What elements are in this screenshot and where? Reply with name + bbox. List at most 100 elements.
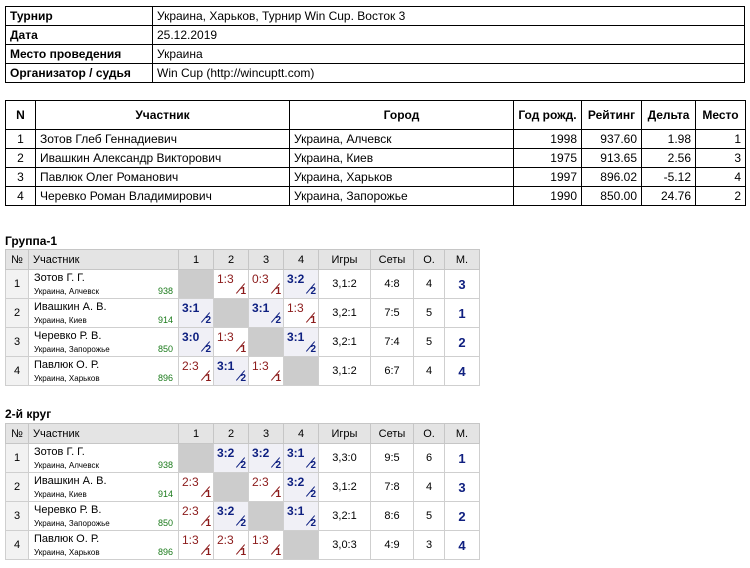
info-row: Дата 25.12.2019: [5, 25, 745, 45]
match-score: 3:1: [217, 359, 235, 373]
info-row: Место проведения Украина: [5, 44, 745, 64]
match-result-cell: 2:3 1: [178, 356, 214, 386]
points-cell: 4: [413, 356, 445, 386]
match-score: 2:3: [252, 475, 269, 489]
column-header-1: 1: [178, 423, 214, 444]
player-city: Украина, Харьков: [34, 548, 100, 557]
column-header-number: №: [5, 423, 29, 444]
match-result-cell: 2:3 1: [178, 472, 214, 502]
match-score: 3:1: [287, 446, 305, 460]
games-cell: 3,0:3: [318, 530, 371, 560]
place-cell: 2: [444, 501, 480, 531]
group-row: 3 Черевко Р. В. Украина, Запорожье 850 3:0 2 1…: [5, 327, 480, 357]
self-match-cell: [283, 530, 319, 560]
participant-delta: 1.98: [641, 129, 696, 149]
points-cell: 5: [413, 501, 445, 531]
match-points: 2: [310, 460, 316, 471]
participant-number: 2: [5, 148, 36, 168]
column-header-2: 2: [213, 423, 249, 444]
group-row: 4 Павлюк О. Р. Украина, Харьков 896 1:3 1 2:3 1…: [5, 530, 480, 560]
sets-cell: 4:8: [370, 269, 414, 299]
player-city: Украина, Алчевск: [34, 461, 100, 470]
match-result-cell: 3:1 2: [283, 501, 319, 531]
match-score: 2:3: [217, 533, 234, 547]
participant-birth-year: 1975: [513, 148, 582, 168]
match-points: 1: [205, 547, 211, 558]
points-cell: 5: [413, 327, 445, 357]
match-points: 2: [240, 460, 246, 471]
participant-delta: -5.12: [641, 167, 696, 187]
group-row: 1 Зотов Г. Г. Украина, Алчевск 938 3:2 2 3:2 2 3…: [5, 443, 480, 473]
row-number: 3: [5, 327, 29, 357]
points-cell: 4: [413, 472, 445, 502]
info-label: Дата: [5, 25, 153, 45]
player-city: Украина, Харьков: [34, 374, 100, 383]
player-rating: 896: [157, 373, 173, 383]
player-rating: 914: [157, 489, 173, 499]
column-header-number: N: [5, 100, 36, 130]
player-rating: 914: [157, 315, 173, 325]
match-points: 1: [240, 286, 246, 297]
games-cell: 3,3:0: [318, 443, 371, 473]
match-result-cell: 3:1 2: [283, 443, 319, 473]
sets-cell: 8:6: [370, 501, 414, 531]
points-cell: 5: [413, 298, 445, 328]
info-label: Организатор / судья: [5, 63, 153, 83]
player-city: Украина, Киев: [34, 490, 87, 499]
match-result-cell: 1:3 1: [213, 269, 249, 299]
participant-place: 3: [695, 148, 746, 168]
group-header-row: № Участник 1 2 3 4 Игры Сеты О. М.: [5, 249, 480, 270]
match-result-cell: 3:2 2: [248, 443, 284, 473]
participant-number: 3: [5, 167, 36, 187]
place-cell: 2: [444, 327, 480, 357]
match-result-cell: 3:1 2: [213, 356, 249, 386]
player-city: Украина, Запорожье: [34, 345, 110, 354]
column-header-place: М.: [444, 249, 480, 270]
row-number: 3: [5, 501, 29, 531]
match-points: 2: [240, 518, 246, 529]
info-value: Win Cup (http://wincuptt.com): [152, 63, 745, 83]
place-cell: 3: [444, 269, 480, 299]
match-points: 2: [240, 373, 246, 384]
match-score: 2:3: [182, 475, 199, 489]
match-result-cell: 1:3 1: [248, 530, 284, 560]
column-header-games: Игры: [318, 423, 371, 444]
row-number: 1: [5, 443, 29, 473]
player-name: Черевко Р. В.: [34, 330, 102, 342]
games-cell: 3,2:1: [318, 327, 371, 357]
column-header-1: 1: [178, 249, 214, 270]
column-header-points: О.: [413, 423, 445, 444]
match-points: 1: [205, 373, 211, 384]
place-cell: 4: [444, 356, 480, 386]
games-cell: 3,1:2: [318, 269, 371, 299]
games-cell: 3,2:1: [318, 501, 371, 531]
column-header-sets: Сеты: [370, 423, 414, 444]
column-header-3: 3: [248, 249, 284, 270]
match-score: 3:2: [287, 475, 305, 489]
column-header-participant: Участник: [35, 100, 290, 130]
self-match-cell: [178, 269, 214, 299]
player-rating: 850: [157, 344, 173, 354]
match-score: 3:1: [287, 504, 305, 518]
player-name: Ивашкин А. В.: [34, 301, 107, 313]
points-cell: 4: [413, 269, 445, 299]
participant-birth-year: 1990: [513, 186, 582, 206]
column-header-games: Игры: [318, 249, 371, 270]
games-cell: 3,1:2: [318, 356, 371, 386]
group-row: 2 Ивашкин А. В. Украина, Киев 914 2:3 1 2:3 1 3:…: [5, 472, 480, 502]
participant-city: Украина, Запорожье: [289, 186, 514, 206]
column-header-rating: Рейтинг: [581, 100, 642, 130]
participant-rating: 896.02: [581, 167, 642, 187]
participants-header-row: N Участник Город Год рожд. Рейтинг Дельт…: [5, 100, 746, 130]
match-score: 1:3: [217, 330, 234, 344]
participant-row: 3 Павлюк Олег Романович Украина, Харьков 19…: [5, 167, 746, 187]
info-label: Место проведения: [5, 44, 153, 64]
participant-name: Павлюк Олег Романович: [35, 167, 290, 187]
games-cell: 3,1:2: [318, 472, 371, 502]
match-result-cell: 2:3 1: [213, 530, 249, 560]
participant-birth-year: 1997: [513, 167, 582, 187]
self-match-cell: [178, 443, 214, 473]
participant-number: 4: [5, 186, 36, 206]
column-header-delta: Дельта: [641, 100, 696, 130]
match-score: 2:3: [182, 504, 199, 518]
